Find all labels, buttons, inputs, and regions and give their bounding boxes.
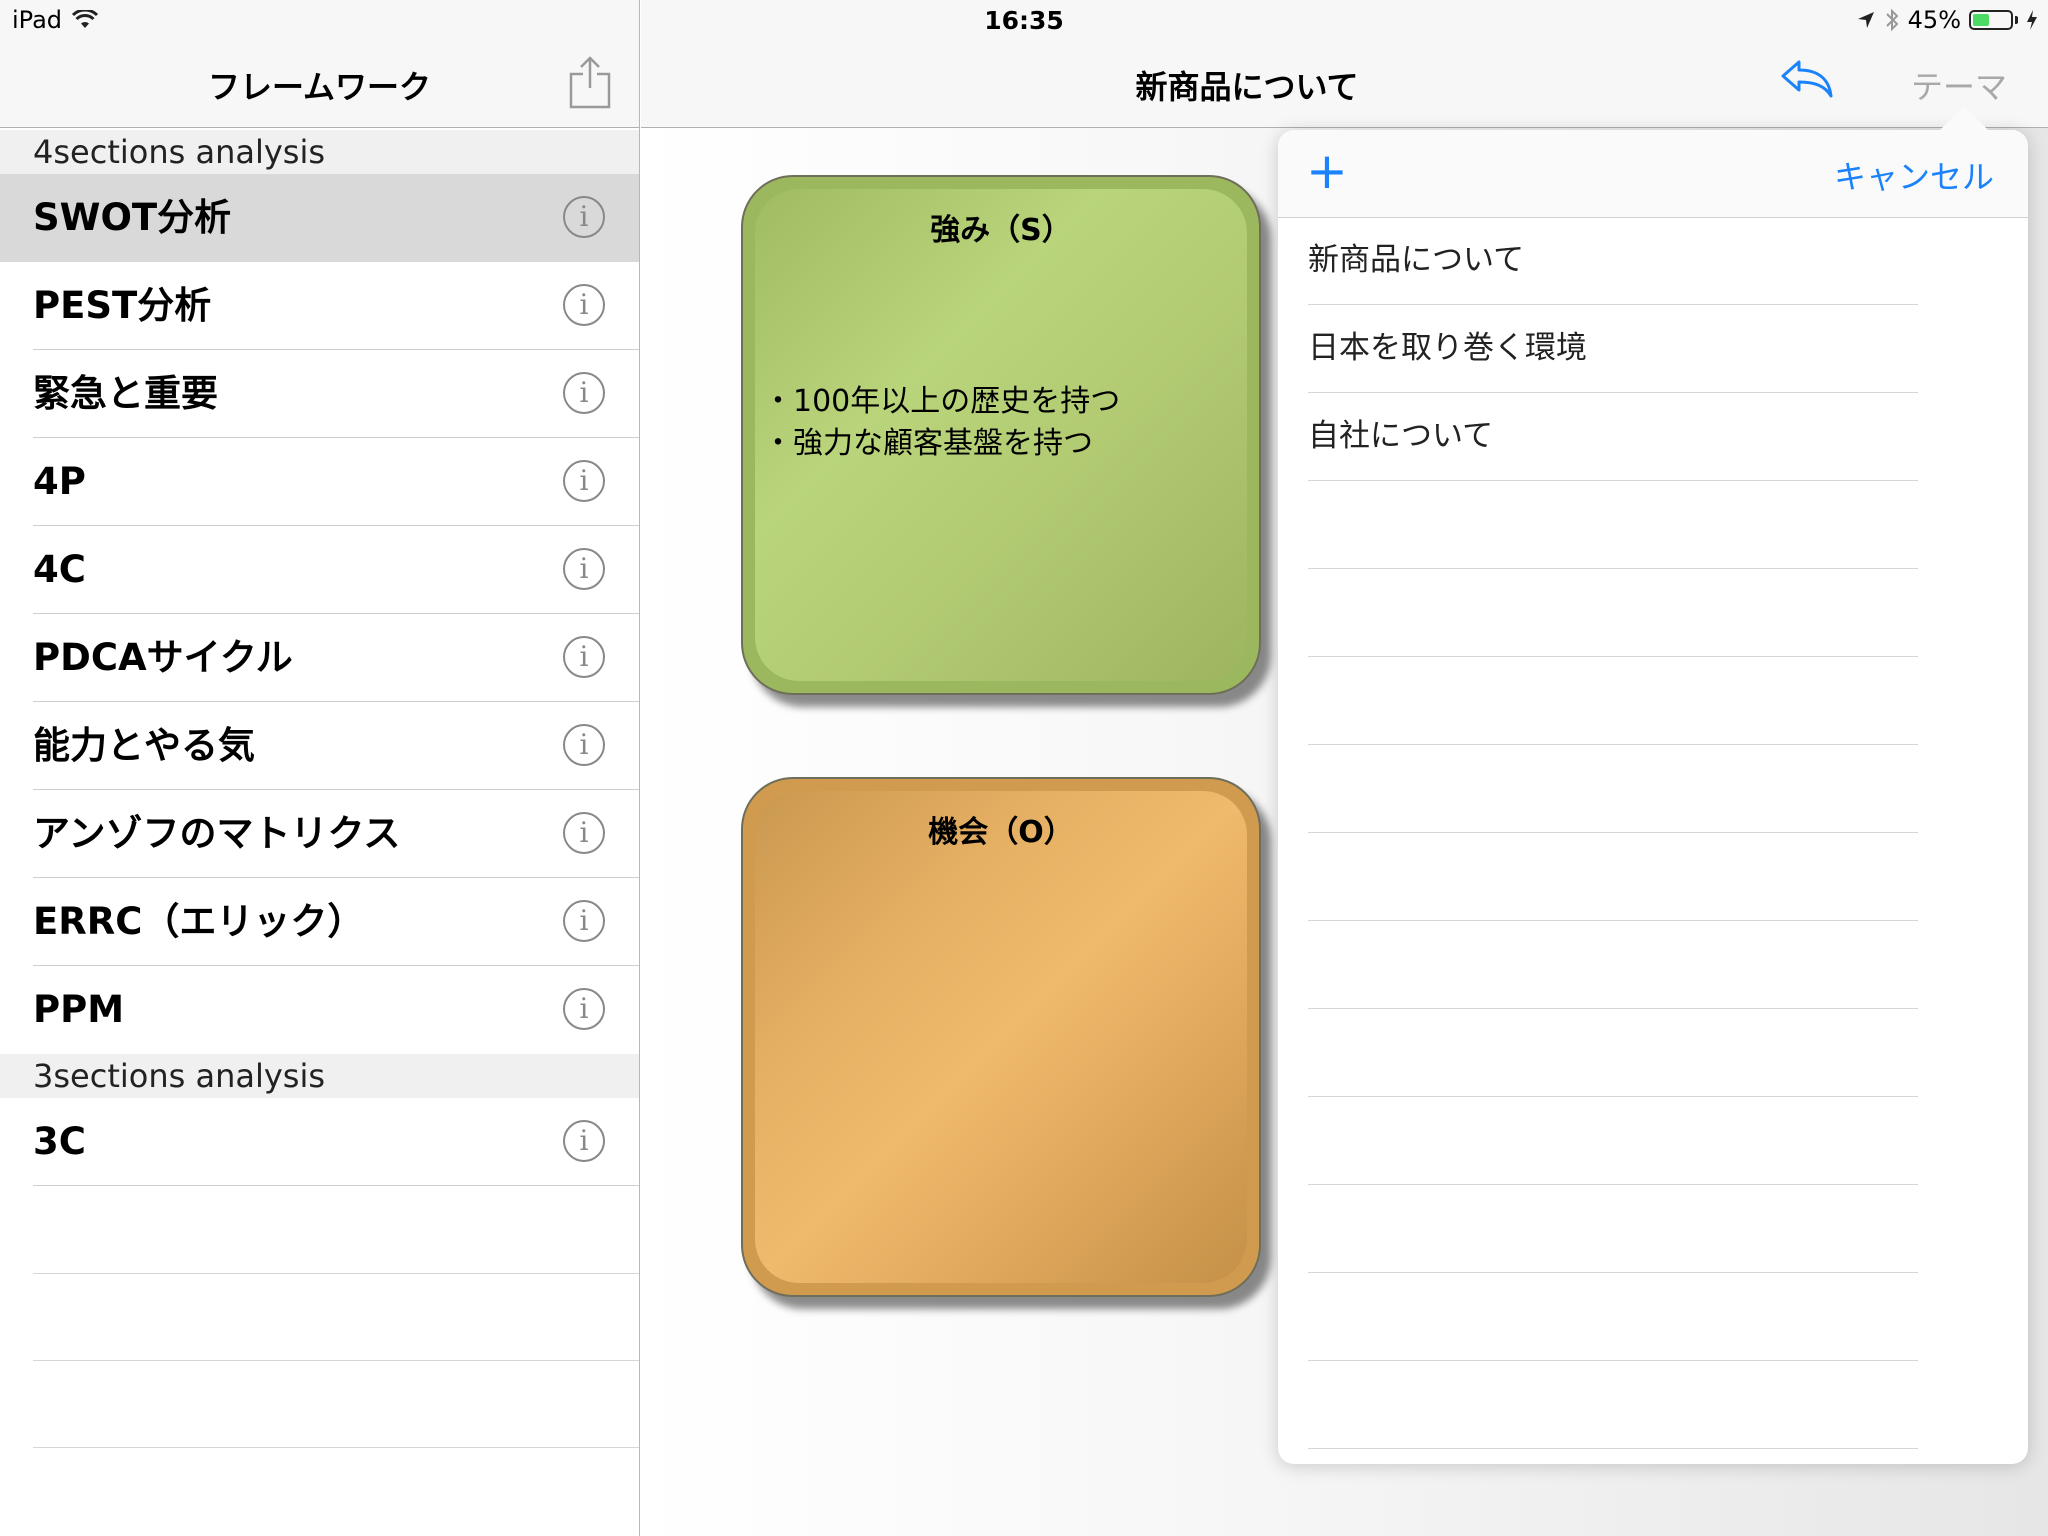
theme-divider xyxy=(1308,920,1918,921)
list-item-label: 4C xyxy=(33,548,86,591)
card-surface xyxy=(755,791,1247,1283)
info-icon[interactable]: i xyxy=(563,900,605,942)
theme-item[interactable]: 自社について xyxy=(1308,392,1918,480)
theme-item-label: 自社について xyxy=(1308,418,1494,454)
list-item-ability-motivation[interactable]: 能力とやる気 i xyxy=(0,702,639,790)
info-icon[interactable]: i xyxy=(563,636,605,678)
info-icon[interactable]: i xyxy=(563,196,605,238)
card-title: 強み（S） xyxy=(930,213,1072,248)
list-item-ppm[interactable]: PPM i xyxy=(0,966,639,1054)
section-header-4sections: 4sections analysis xyxy=(0,130,639,174)
theme-button[interactable]: テーマ xyxy=(1911,62,2007,108)
list-item-label: 能力とやる気 xyxy=(33,724,255,767)
ipad-screen: iPad 16:35 45% フレームワーク 4sections analysi… xyxy=(0,0,2048,1536)
master-title: フレームワーク xyxy=(207,68,432,106)
info-icon[interactable]: i xyxy=(563,1120,605,1162)
theme-divider xyxy=(1308,568,1918,569)
list-item-pest[interactable]: PEST分析 i xyxy=(0,262,639,350)
popover-arrow xyxy=(1938,106,1990,132)
list-item-label: ERRC（エリック） xyxy=(33,900,365,943)
info-icon[interactable]: i xyxy=(563,812,605,854)
share-icon[interactable] xyxy=(568,54,612,110)
theme-item-label: 日本を取り巻く環境 xyxy=(1308,330,1587,366)
list-item-swot[interactable]: SWOT分析 i xyxy=(0,174,639,262)
list-item-4c[interactable]: 4C i xyxy=(0,526,639,614)
theme-divider xyxy=(1308,656,1918,657)
theme-divider xyxy=(1308,1272,1918,1273)
status-bar: iPad 16:35 45% xyxy=(0,0,2048,40)
list-item-label: PPM xyxy=(33,988,125,1031)
charging-bolt-icon xyxy=(2027,10,2037,30)
battery-percent: 45% xyxy=(1907,6,1961,34)
popover-toolbar: + キャンセル xyxy=(1278,130,2028,218)
theme-divider xyxy=(1308,1096,1918,1097)
list-item-label: SWOT分析 xyxy=(33,196,232,239)
list-item-label: PEST分析 xyxy=(33,284,212,327)
info-icon[interactable]: i xyxy=(563,372,605,414)
list-item-label: 4P xyxy=(33,460,86,503)
list-item-3c[interactable]: 3C i xyxy=(0,1098,639,1186)
list-item-label: PDCAサイクル xyxy=(33,636,293,679)
theme-divider xyxy=(1308,744,1918,745)
list-item-label: 緊急と重要 xyxy=(33,372,218,415)
battery-tip xyxy=(2015,16,2018,24)
empty-row-divider xyxy=(33,1447,639,1448)
card-title: 機会（O） xyxy=(928,815,1074,850)
list-item-label: アンゾフのマトリクス xyxy=(33,812,401,855)
info-icon[interactable]: i xyxy=(563,460,605,502)
theme-divider xyxy=(1308,1360,1918,1361)
theme-divider xyxy=(1308,1448,1918,1449)
battery-level xyxy=(1973,14,1990,26)
info-icon[interactable]: i xyxy=(563,548,605,590)
info-icon[interactable]: i xyxy=(563,284,605,326)
empty-row-divider xyxy=(33,1360,639,1361)
row-divider xyxy=(33,1185,639,1186)
theme-divider xyxy=(1308,480,1918,481)
status-time: 16:35 xyxy=(984,6,1064,35)
list-item-4p[interactable]: 4P i xyxy=(0,438,639,526)
section-header-3sections: 3sections analysis xyxy=(0,1054,639,1098)
add-theme-button[interactable]: + xyxy=(1306,146,1348,196)
list-item-urgent-important[interactable]: 緊急と重要 i xyxy=(0,350,639,438)
opportunity-card[interactable]: 機会（O） xyxy=(741,777,1261,1297)
theme-item[interactable]: 日本を取り巻く環境 xyxy=(1308,304,1918,392)
card-line: ・強力な顧客基盤を持つ xyxy=(763,426,1093,461)
battery-icon xyxy=(1969,10,2013,30)
location-arrow-icon xyxy=(1857,12,1874,28)
theme-popover: + キャンセル 新商品について 日本を取り巻く環境 自社について xyxy=(1278,130,2028,1464)
theme-divider xyxy=(1308,1008,1918,1009)
theme-item-label: 新商品について xyxy=(1308,242,1525,278)
info-icon[interactable]: i xyxy=(563,988,605,1030)
empty-row-divider xyxy=(33,1273,639,1274)
framework-list-pane: フレームワーク 4sections analysis SWOT分析 i PEST… xyxy=(0,0,640,1536)
strength-card[interactable]: 強み（S） ・100年以上の歴史を持つ ・強力な顧客基盤を持つ xyxy=(741,175,1261,695)
card-body: ・100年以上の歴史を持つ ・強力な顧客基盤を持つ xyxy=(763,381,1249,465)
cancel-button[interactable]: キャンセル xyxy=(1834,152,1994,198)
detail-title: 新商品について xyxy=(1135,68,1359,106)
list-item-pdca[interactable]: PDCAサイクル i xyxy=(0,614,639,702)
theme-divider xyxy=(1308,832,1918,833)
bluetooth-icon xyxy=(1885,8,1899,32)
list-item-errc[interactable]: ERRC（エリック） i xyxy=(0,878,639,966)
list-item-label: 3C xyxy=(33,1120,86,1163)
info-icon[interactable]: i xyxy=(563,724,605,766)
theme-item[interactable]: 新商品について xyxy=(1308,216,1918,304)
list-item-ansoff[interactable]: アンゾフのマトリクス i xyxy=(0,790,639,878)
theme-divider xyxy=(1308,1184,1918,1185)
card-line: ・100年以上の歴史を持つ xyxy=(763,384,1121,419)
undo-arrow-icon[interactable] xyxy=(1779,58,1835,102)
